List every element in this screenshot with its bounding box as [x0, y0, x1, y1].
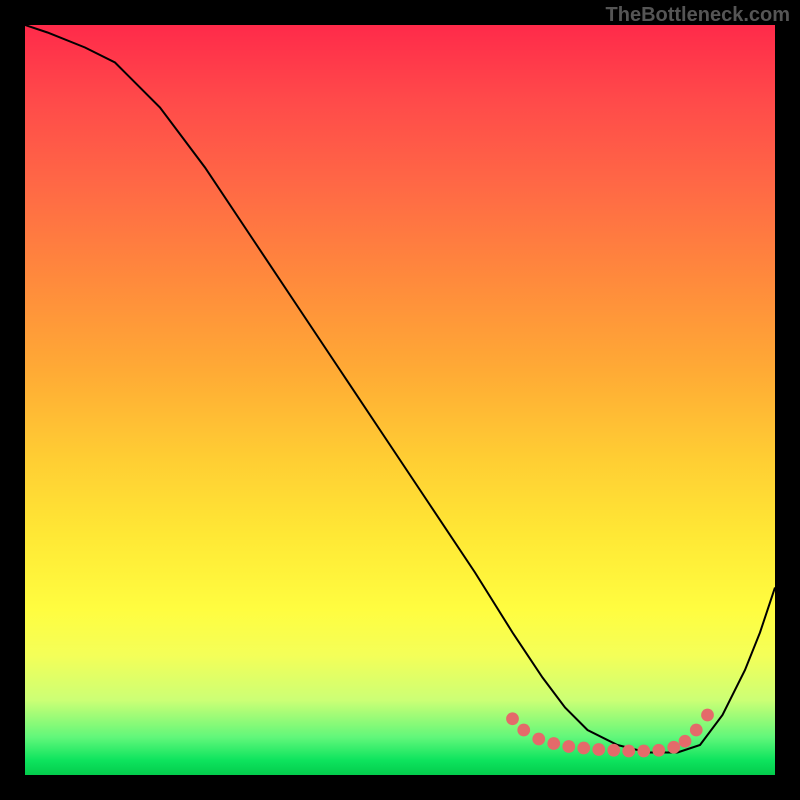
curve-line	[25, 25, 775, 753]
chart-container: TheBottleneck.com	[0, 0, 800, 800]
chart-svg	[25, 25, 775, 775]
plot-area	[25, 25, 775, 775]
watermark-text: TheBottleneck.com	[606, 4, 790, 27]
